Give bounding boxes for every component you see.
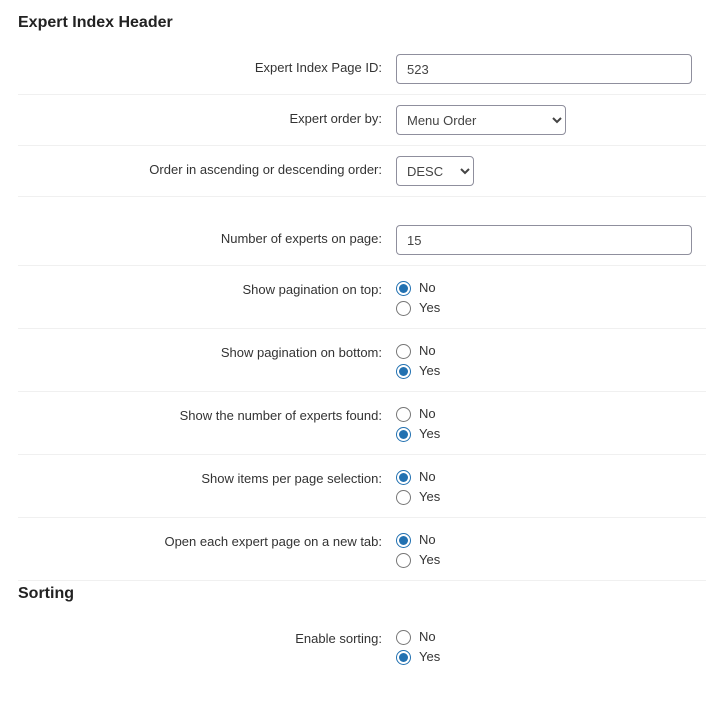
option-yes: Yes — [419, 424, 440, 444]
select-order-by[interactable]: Menu Order — [396, 105, 566, 135]
section-header: Expert Index Header — [18, 14, 706, 32]
radio-count-found-no[interactable] — [396, 407, 411, 422]
radio-enable-sort-no[interactable] — [396, 630, 411, 645]
row-pag-top: Show pagination on top: No Yes — [18, 266, 706, 329]
input-per-page[interactable] — [396, 225, 692, 255]
option-yes: Yes — [419, 298, 440, 318]
select-order-dir[interactable]: DESC — [396, 156, 474, 186]
radio-items-sel-no[interactable] — [396, 470, 411, 485]
label-items-sel: Show items per page selection: — [18, 465, 396, 486]
option-no: No — [419, 341, 436, 361]
option-yes: Yes — [419, 550, 440, 570]
option-no: No — [419, 530, 436, 550]
label-per-page: Number of experts on page: — [18, 225, 396, 246]
label-pag-bottom: Show pagination on bottom: — [18, 339, 396, 360]
radio-enable-sort-yes[interactable] — [396, 650, 411, 665]
row-new-tab: Open each expert page on a new tab: No Y… — [18, 518, 706, 581]
label-pag-top: Show pagination on top: — [18, 276, 396, 297]
label-new-tab: Open each expert page on a new tab: — [18, 528, 396, 549]
row-order-by: Expert order by: Menu Order — [18, 95, 706, 146]
option-no: No — [419, 627, 436, 647]
option-yes: Yes — [419, 647, 440, 667]
section-sorting: Sorting — [18, 585, 706, 603]
row-pag-bottom: Show pagination on bottom: No Yes — [18, 329, 706, 392]
input-page-id[interactable] — [396, 54, 692, 84]
radio-pag-bottom-no[interactable] — [396, 344, 411, 359]
label-order-by: Expert order by: — [18, 105, 396, 126]
radio-pag-top-yes[interactable] — [396, 301, 411, 316]
row-count-found: Show the number of experts found: No Yes — [18, 392, 706, 455]
radio-items-sel-yes[interactable] — [396, 490, 411, 505]
option-yes: Yes — [419, 361, 440, 381]
label-count-found: Show the number of experts found: — [18, 402, 396, 423]
row-page-id: Expert Index Page ID: — [18, 44, 706, 95]
row-per-page: Number of experts on page: — [18, 215, 706, 266]
radio-count-found-yes[interactable] — [396, 427, 411, 442]
label-enable-sort: Enable sorting: — [18, 625, 396, 646]
row-order-dir: Order in ascending or descending order: … — [18, 146, 706, 197]
option-no: No — [419, 404, 436, 424]
radio-new-tab-no[interactable] — [396, 533, 411, 548]
label-page-id: Expert Index Page ID: — [18, 54, 396, 75]
radio-pag-bottom-yes[interactable] — [396, 364, 411, 379]
radio-new-tab-yes[interactable] — [396, 553, 411, 568]
radio-pag-top-no[interactable] — [396, 281, 411, 296]
option-no: No — [419, 467, 436, 487]
option-no: No — [419, 278, 436, 298]
option-yes: Yes — [419, 487, 440, 507]
row-items-sel: Show items per page selection: No Yes — [18, 455, 706, 518]
label-order-dir: Order in ascending or descending order: — [18, 156, 396, 177]
row-enable-sort: Enable sorting: No Yes — [18, 615, 706, 677]
